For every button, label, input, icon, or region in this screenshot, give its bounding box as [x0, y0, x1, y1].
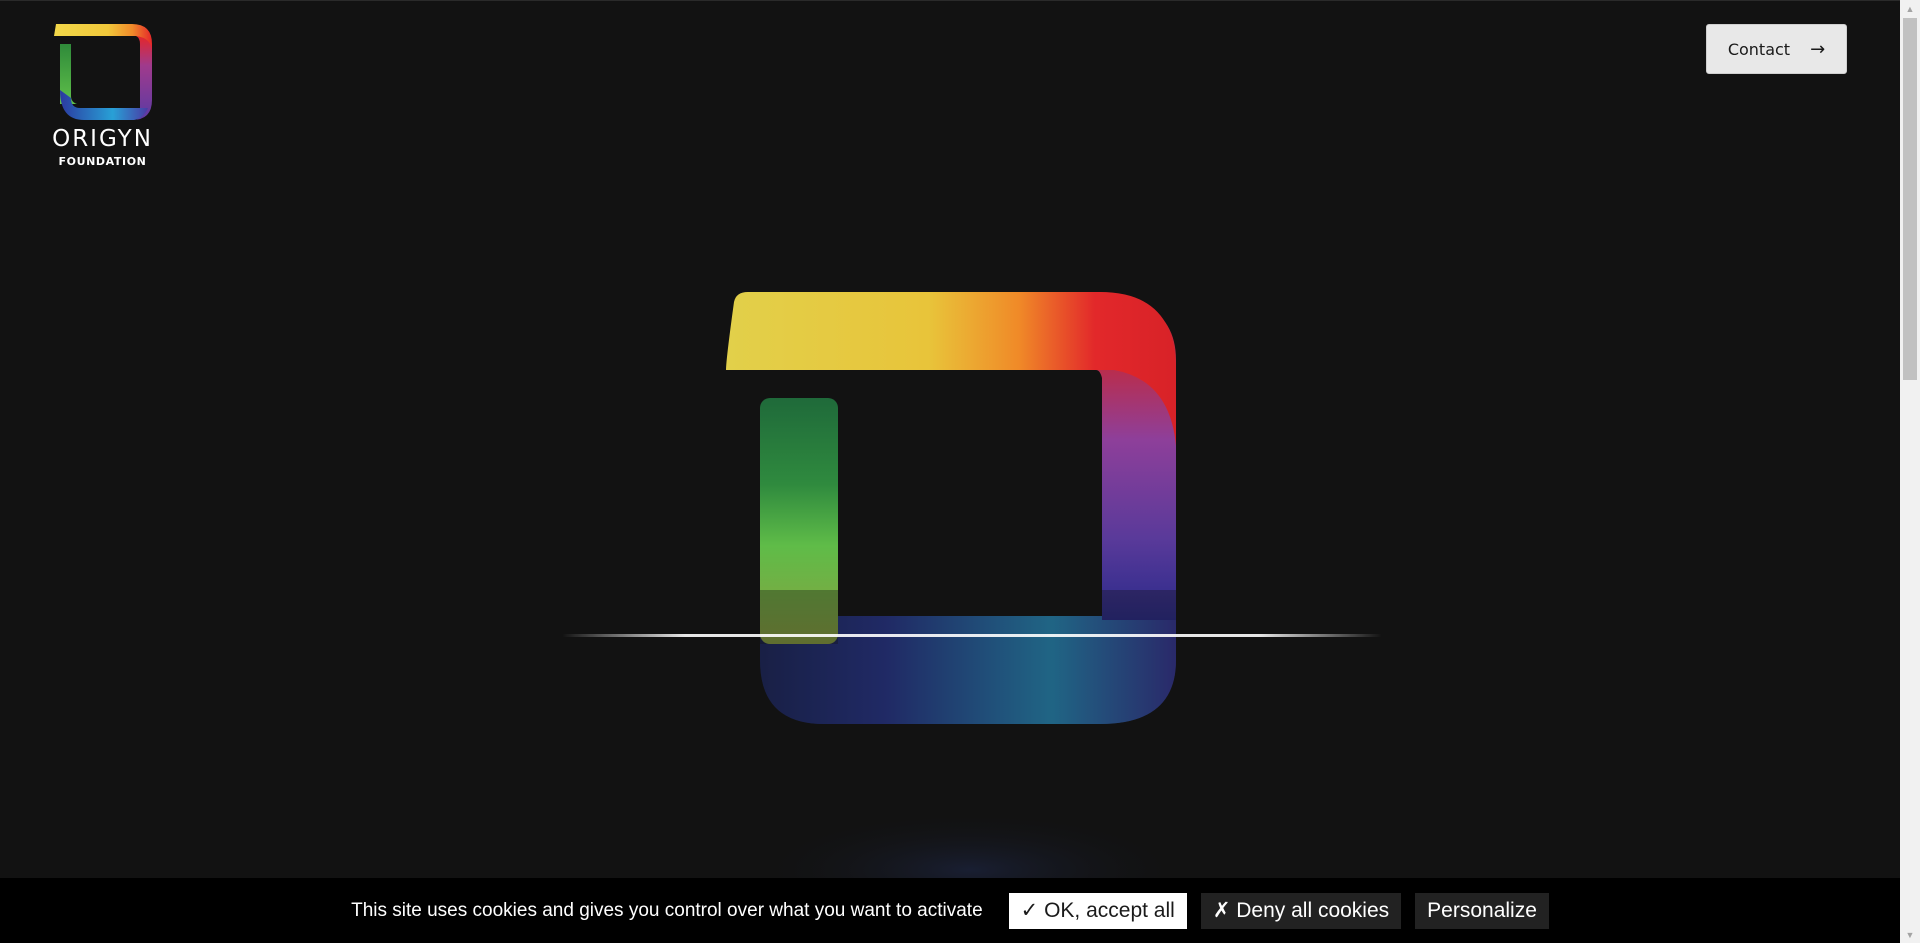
accept-all-cookies-button[interactable]: ✓ OK, accept all: [1008, 892, 1187, 929]
origyn-hero-emblem: [562, 292, 1382, 910]
scroll-up-icon[interactable]: ▲: [1900, 0, 1920, 17]
contact-button[interactable]: Contact →: [1706, 24, 1847, 74]
deny-all-cookies-button[interactable]: ✗ Deny all cookies: [1200, 892, 1402, 929]
logo-subtitle: FOUNDATION: [58, 155, 147, 168]
cookie-message: This site uses cookies and gives you con…: [351, 899, 983, 921]
personalize-cookies-button[interactable]: Personalize: [1415, 892, 1549, 929]
origyn-logo-icon: [54, 24, 152, 120]
top-border: [0, 0, 1900, 1]
scrollbar-thumb[interactable]: [1903, 18, 1917, 380]
contact-label: Contact: [1727, 39, 1791, 59]
cookie-banner: This site uses cookies and gives you con…: [0, 878, 1900, 943]
logo-wordmark: ORIGYN: [52, 126, 153, 152]
arrow-right-icon: →: [1810, 38, 1826, 60]
vertical-scrollbar[interactable]: ▲ ▼: [1900, 0, 1920, 943]
scroll-down-icon[interactable]: ▼: [1900, 926, 1920, 943]
origyn-logo[interactable]: ORIGYN FOUNDATION: [50, 22, 155, 172]
page: ORIGYN FOUNDATION Contact → This site us…: [0, 0, 1920, 943]
